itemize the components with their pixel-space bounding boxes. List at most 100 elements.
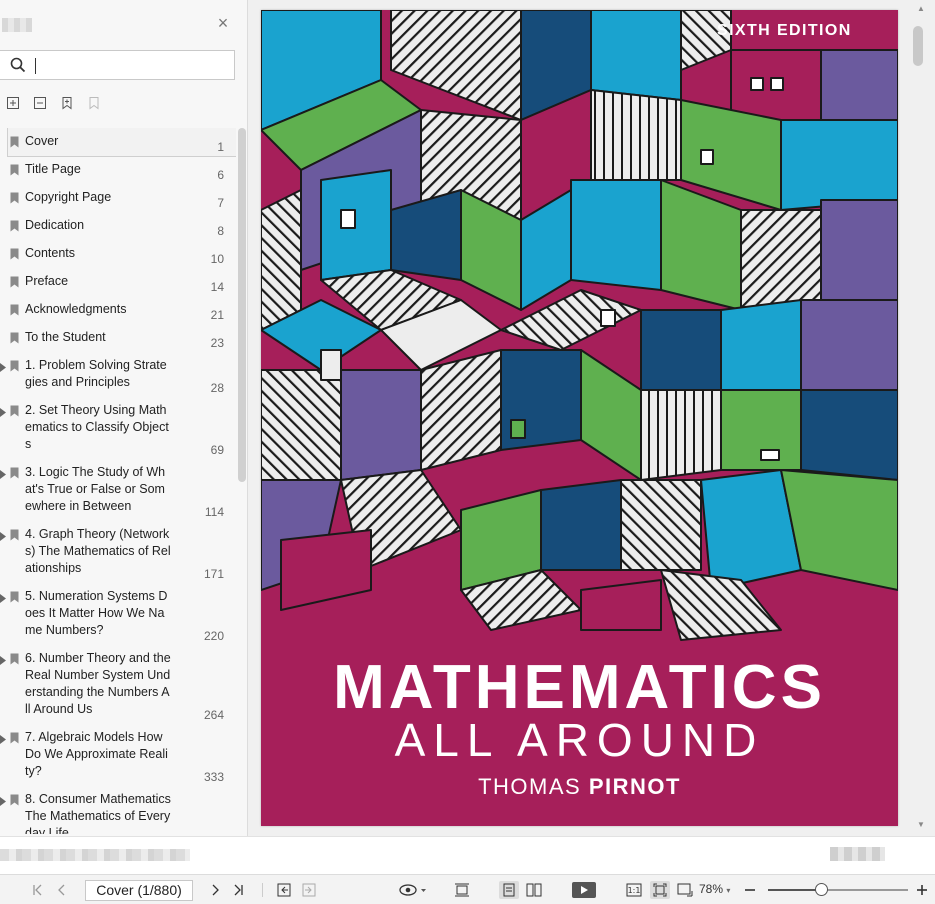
bookmark-search-box[interactable] bbox=[0, 50, 235, 80]
zoom-value: 78% bbox=[699, 882, 724, 896]
toc-item[interactable]: To the Student 23 bbox=[0, 324, 236, 352]
bookmark-icon bbox=[10, 591, 19, 603]
last-page-icon[interactable] bbox=[230, 882, 246, 898]
toc-item-label: Acknowledgments bbox=[25, 302, 127, 316]
toc-item-page: 1 bbox=[217, 140, 224, 154]
toc-item[interactable]: Dedication 8 bbox=[0, 212, 236, 240]
slideshow-play-icon[interactable] bbox=[572, 882, 596, 898]
toc-item[interactable]: Contents 10 bbox=[0, 240, 236, 268]
book-author: THOMAS PIRNOT bbox=[261, 774, 898, 800]
two-page-icon[interactable] bbox=[526, 882, 542, 898]
status-bar: Cover (1/880) 1:1 78% ▾ bbox=[0, 874, 935, 904]
expand-arrow-icon[interactable] bbox=[0, 468, 6, 479]
page-number-field[interactable]: Cover (1/880) bbox=[85, 880, 193, 901]
bookmark-icon bbox=[10, 248, 19, 260]
bookmark-icon bbox=[10, 653, 19, 665]
toc-item-label: 4. Graph Theory (Networks) The Mathemati… bbox=[25, 527, 171, 575]
toc-item[interactable]: 8. Consumer Mathematics The Mathematics … bbox=[0, 786, 236, 834]
zoom-in-icon[interactable] bbox=[914, 882, 930, 898]
toc-item[interactable]: Acknowledgments 21 bbox=[0, 296, 236, 324]
search-input[interactable] bbox=[34, 55, 224, 75]
expand-arrow-icon[interactable] bbox=[0, 530, 6, 541]
single-page-icon[interactable] bbox=[499, 881, 519, 899]
toc-item-label: 8. Consumer Mathematics The Mathematics … bbox=[25, 792, 171, 834]
toc-item-label: 6. Number Theory and the Real Number Sys… bbox=[25, 651, 171, 716]
toc-item[interactable]: Copyright Page 7 bbox=[0, 184, 236, 212]
svg-text:1:1: 1:1 bbox=[628, 886, 641, 895]
pdf-reader-window: × Cover 1 Title Page 6 Copyright Page 7 D bbox=[0, 0, 935, 904]
zoom-slider-thumb[interactable] bbox=[815, 883, 829, 896]
bookmark-icon bbox=[10, 794, 19, 806]
reading-mode-eye-icon[interactable] bbox=[398, 882, 428, 898]
toc-item[interactable]: 3. Logic The Study of What's True or Fal… bbox=[0, 459, 236, 521]
actual-size-icon[interactable]: 1:1 bbox=[626, 882, 642, 898]
toc-item-label: 1. Problem Solving Strategies and Princi… bbox=[25, 358, 167, 389]
bookmark-icon[interactable] bbox=[85, 94, 103, 112]
bookmark-icon bbox=[10, 467, 19, 479]
document-scrollbar[interactable]: ▲ ▼ bbox=[908, 0, 935, 836]
toc-item-page: 14 bbox=[210, 280, 224, 294]
toc-item-page: 114 bbox=[204, 505, 224, 519]
toc-item[interactable]: Preface 14 bbox=[0, 268, 236, 296]
bookmarks-panel: × Cover 1 Title Page 6 Copyright Page 7 D bbox=[0, 0, 248, 836]
expand-arrow-icon[interactable] bbox=[0, 592, 6, 603]
toc-item[interactable]: 5. Numeration Systems Does It Matter How… bbox=[0, 583, 236, 645]
expand-arrow-icon[interactable] bbox=[0, 361, 6, 372]
zoom-slider[interactable] bbox=[768, 883, 908, 896]
first-page-icon[interactable] bbox=[30, 882, 46, 898]
toc-item-page: 8 bbox=[217, 224, 224, 238]
expand-all-icon[interactable] bbox=[4, 94, 22, 112]
toc-item-page: 28 bbox=[210, 381, 224, 395]
toc-item-label: To the Student bbox=[25, 330, 106, 344]
previous-page-icon[interactable] bbox=[54, 882, 70, 898]
toc-item-label: 2. Set Theory Using Mathematics to Class… bbox=[25, 403, 169, 451]
toc-item[interactable]: 2. Set Theory Using Mathematics to Class… bbox=[0, 397, 236, 459]
author-first-name: THOMAS bbox=[478, 774, 582, 799]
bookmark-icon bbox=[10, 405, 19, 417]
scroll-down-icon[interactable]: ▼ bbox=[917, 820, 925, 829]
expand-arrow-icon[interactable] bbox=[0, 654, 6, 665]
zoom-out-icon[interactable] bbox=[742, 882, 758, 898]
text-caret bbox=[35, 58, 36, 74]
next-page-icon[interactable] bbox=[207, 882, 223, 898]
toc-item-page: 6 bbox=[217, 168, 224, 182]
table-of-contents: Cover 1 Title Page 6 Copyright Page 7 Dedicati… bbox=[0, 128, 236, 834]
sidebar-scrollbar-thumb[interactable] bbox=[238, 128, 246, 482]
single-page-continuous-icon[interactable] bbox=[454, 882, 470, 898]
toc-item[interactable]: 7. Algebraic Models How Do We Approximat… bbox=[0, 724, 236, 786]
toc-item-label: Contents bbox=[25, 246, 76, 260]
toc-item-label: Dedication bbox=[25, 218, 85, 232]
back-view-icon[interactable] bbox=[276, 882, 292, 898]
toc-item-label: Cover bbox=[25, 134, 59, 148]
document-scroll-thumb[interactable] bbox=[913, 26, 923, 66]
zoom-slider-fill bbox=[768, 889, 822, 891]
forward-view-icon[interactable] bbox=[301, 882, 317, 898]
toc-item[interactable]: 6. Number Theory and the Real Number Sys… bbox=[0, 645, 236, 724]
toc-item-page: 23 bbox=[210, 336, 224, 350]
toc-item[interactable]: Cover 1 bbox=[7, 128, 236, 157]
expand-arrow-icon[interactable] bbox=[0, 406, 6, 417]
zoom-dropdown-icon[interactable]: ▾ bbox=[726, 886, 730, 895]
expand-arrow-icon[interactable] bbox=[0, 795, 6, 806]
toc-item-label: 5. Numeration Systems Does It Matter How… bbox=[25, 589, 168, 637]
toc-item-label: 7. Algebraic Models How Do We Approximat… bbox=[25, 730, 168, 778]
book-title: MATHEMATICS bbox=[333, 653, 826, 722]
collapse-all-icon[interactable] bbox=[31, 94, 49, 112]
toc-item-label: 3. Logic The Study of What's True or Fal… bbox=[25, 465, 166, 513]
toc-item[interactable]: 1. Problem Solving Strategies and Princi… bbox=[0, 352, 236, 397]
fit-page-icon[interactable] bbox=[650, 881, 670, 899]
add-bookmark-icon[interactable] bbox=[58, 94, 76, 112]
bookmark-icon bbox=[10, 276, 19, 288]
toc-item[interactable]: Title Page 6 bbox=[0, 156, 236, 184]
bookmark-icon bbox=[10, 529, 19, 541]
toc-item[interactable]: 4. Graph Theory (Networks) The Mathemati… bbox=[0, 521, 236, 583]
toc-item-page: 264 bbox=[203, 708, 224, 722]
fit-width-icon[interactable] bbox=[677, 882, 693, 898]
bookmark-icon bbox=[10, 732, 19, 744]
scroll-up-icon[interactable]: ▲ bbox=[917, 4, 925, 13]
close-panel-icon[interactable]: × bbox=[214, 14, 232, 32]
expand-arrow-icon[interactable] bbox=[0, 733, 6, 744]
bookmark-icon bbox=[10, 136, 19, 148]
document-view[interactable]: SIXTH EDITION MATHEMATICS ALL AROUND THO… bbox=[249, 0, 908, 836]
zoom-level[interactable]: 78% ▾ bbox=[699, 882, 730, 896]
